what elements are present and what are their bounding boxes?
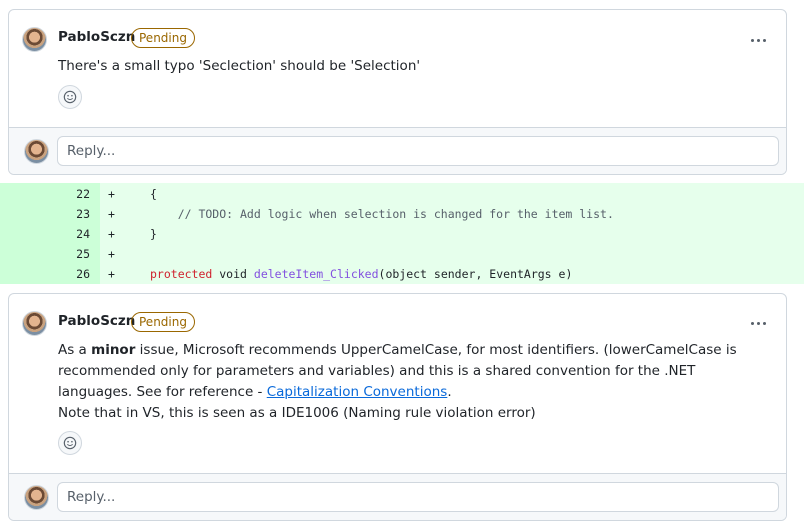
line-number[interactable]: 25 [60, 244, 90, 264]
comment-author[interactable]: PabloSczn [58, 29, 135, 45]
diff-marker: + [108, 267, 115, 281]
pending-badge: Pending [131, 28, 195, 48]
diff-marker: + [108, 187, 115, 201]
comment-body: As a minor issue, Microsoft recommends U… [58, 340, 758, 424]
reply-input[interactable]: Reply... [57, 482, 779, 512]
capitalization-conventions-link[interactable]: Capitalization Conventions [267, 384, 448, 400]
more-options-icon[interactable] [749, 33, 769, 47]
more-options-icon[interactable] [749, 316, 769, 330]
avatar [24, 485, 49, 510]
comment-text-line2: Note that in VS, this is seen as a IDE10… [58, 405, 536, 421]
diff-line[interactable]: 23 + // TODO: Add logic when selection i… [0, 204, 804, 224]
avatar[interactable] [22, 311, 47, 336]
diff-line[interactable]: 26 + protected void deleteItem_Clicked(o… [0, 264, 804, 284]
comment-body: There's a small typo 'Seclection' should… [58, 58, 421, 74]
comment-text: . [447, 384, 452, 400]
diff-marker: + [108, 247, 115, 261]
reply-bar: Reply... [9, 473, 786, 520]
smiley-icon [63, 436, 77, 450]
code-text: protected void deleteItem_Clicked(object… [150, 264, 572, 284]
code-function-name: deleteItem_Clicked [253, 267, 379, 281]
diff-line[interactable]: 25 + [0, 244, 804, 264]
avatar[interactable] [22, 27, 47, 52]
review-comment-thread-2: PabloSczn Pending As a minor issue, Micr… [8, 293, 787, 521]
diff-hunk: 22 + { 23 + // TODO: Add logic when sele… [0, 183, 804, 284]
add-reaction-button[interactable] [58, 431, 82, 455]
diff-marker: + [108, 227, 115, 241]
line-number[interactable]: 24 [60, 224, 90, 244]
code-keyword: protected [150, 267, 213, 281]
line-number[interactable]: 23 [60, 204, 90, 224]
comment-author[interactable]: PabloSczn [58, 313, 135, 329]
comment-bold-text: minor [91, 342, 136, 358]
pending-badge: Pending [131, 312, 195, 332]
code-text: { [150, 187, 157, 201]
avatar [24, 139, 49, 164]
code-text: } [150, 227, 157, 241]
reply-input[interactable]: Reply... [57, 136, 779, 166]
code-keyword: void [219, 267, 247, 281]
code-comment: // TODO: Add logic when selection is cha… [150, 207, 614, 221]
diff-line[interactable]: 22 + { [0, 184, 804, 204]
diff-marker: + [108, 207, 115, 221]
line-number[interactable]: 26 [60, 264, 90, 284]
diff-line[interactable]: 24 + } [0, 224, 804, 244]
add-reaction-button[interactable] [58, 85, 82, 109]
smiley-icon [63, 90, 77, 104]
code-params: (object sender, EventArgs e) [378, 267, 573, 281]
line-number[interactable]: 22 [60, 184, 90, 204]
review-comment-thread-1: PabloSczn Pending There's a small typo '… [8, 9, 787, 175]
comment-text: As a [58, 342, 92, 358]
reply-bar: Reply... [9, 127, 786, 174]
